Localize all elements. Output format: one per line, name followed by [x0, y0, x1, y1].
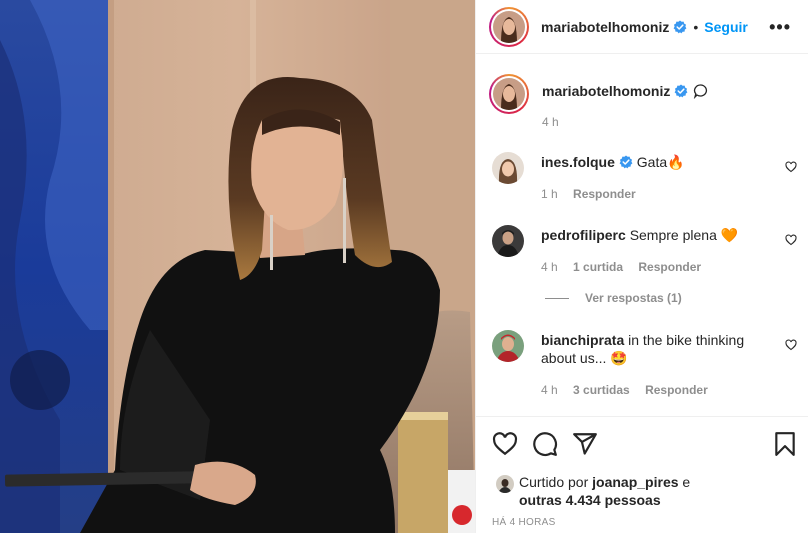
avatar-image: [492, 330, 524, 362]
separator-dot: •: [693, 18, 699, 35]
avatar-image: [492, 225, 524, 257]
caption-time[interactable]: 4 h: [542, 115, 559, 129]
avatar-image: [493, 10, 525, 43]
save-bookmark-icon[interactable]: [772, 431, 798, 457]
comment-username[interactable]: bianchiprata: [541, 332, 624, 348]
post-caption: mariabotelhomoniz 4 h: [489, 74, 799, 129]
comment-time[interactable]: 4 h: [541, 260, 558, 274]
view-replies-label[interactable]: Ver respostas (1): [585, 291, 682, 305]
comment-meta: 4 h 1 curtida Responder: [541, 260, 713, 274]
comment-likes-count[interactable]: 1 curtida: [573, 260, 623, 274]
comment-username[interactable]: pedrofiliperc: [541, 227, 626, 243]
comment-username[interactable]: ines.folque: [541, 154, 615, 170]
caption-author-avatar[interactable]: [489, 74, 529, 114]
reply-button[interactable]: Responder: [638, 260, 701, 274]
like-comment-heart-icon[interactable]: [785, 339, 797, 351]
avatar-image: [496, 475, 514, 493]
comment-meta: 4 h 3 curtidas Responder: [541, 383, 720, 397]
comment-meta: 1 h Responder: [541, 187, 648, 201]
author-username[interactable]: mariabotelhomoniz: [541, 19, 669, 35]
like-comment-heart-icon[interactable]: [785, 161, 797, 173]
view-replies-button[interactable]: Ver respostas (1): [545, 291, 682, 305]
verified-badge-icon: [619, 155, 633, 169]
post-timestamp[interactable]: HÁ 4 HORAS: [492, 517, 556, 528]
comment-bubble-icon[interactable]: [532, 431, 558, 457]
share-paper-plane-icon[interactable]: [572, 431, 598, 457]
post-photo-illustration: [0, 0, 475, 533]
liked-by-joiner: e: [682, 474, 691, 490]
liker-avatar[interactable]: [496, 475, 514, 493]
instagram-post-modal: mariabotelhomoniz • Seguir ••• mariabote…: [0, 0, 808, 533]
author-avatar[interactable]: [489, 6, 529, 47]
comment-body: pedrofiliperc Sempre plena 🧡: [541, 226, 761, 244]
comment-body: ines.folque Gata🔥: [541, 153, 761, 171]
liked-by-prefix: Curtido por: [519, 474, 589, 490]
post-header: mariabotelhomoniz • Seguir •••: [476, 0, 808, 54]
verified-badge-icon: [674, 84, 688, 98]
comment-likes-count[interactable]: 3 curtidas: [573, 383, 630, 397]
liked-by-user[interactable]: joanap_pires: [592, 474, 678, 490]
like-comment-heart-icon[interactable]: [785, 234, 797, 246]
more-options-icon[interactable]: •••: [769, 17, 791, 38]
avatar-image: [492, 152, 524, 184]
avatar-image: [493, 78, 525, 110]
comment-time[interactable]: 1 h: [541, 187, 558, 201]
comment-text: Sempre plena 🧡: [629, 227, 739, 243]
follow-button[interactable]: Seguir: [704, 19, 748, 35]
reply-button[interactable]: Responder: [645, 383, 708, 397]
comment-avatar[interactable]: [492, 330, 524, 362]
comment-body: bianchiprata in the bike thinking about …: [541, 331, 761, 367]
post-actions: Curtido por joanap_pires e outras 4.434 …: [476, 416, 808, 533]
verified-badge-icon: [673, 20, 687, 33]
caption-username[interactable]: mariabotelhomoniz: [542, 83, 670, 99]
replies-line: [545, 297, 569, 299]
comment-avatar[interactable]: [492, 152, 524, 184]
speech-bubble-icon: [694, 84, 708, 99]
liked-by-others[interactable]: outras 4.434 pessoas: [519, 492, 661, 508]
reply-button[interactable]: Responder: [573, 187, 636, 201]
comment-avatar[interactable]: [492, 225, 524, 257]
comment-time[interactable]: 4 h: [541, 383, 558, 397]
post-side-panel: mariabotelhomoniz • Seguir ••• mariabote…: [475, 0, 808, 533]
comment-text: Gata🔥: [636, 154, 685, 170]
post-image[interactable]: [0, 0, 475, 533]
like-heart-icon[interactable]: [492, 431, 518, 457]
